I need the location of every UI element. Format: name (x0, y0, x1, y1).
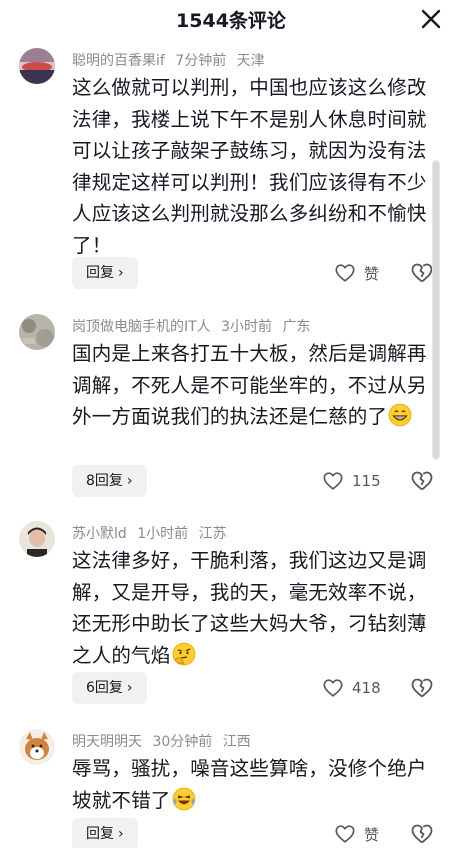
timestamp: 1小时前 (137, 526, 189, 542)
reply-button[interactable]: 回复 › (72, 818, 138, 848)
reply-label: 6回复 (86, 680, 123, 696)
chevron-right-icon: › (126, 473, 133, 489)
reply-label: 8回复 (86, 473, 123, 489)
broken-heart-icon[interactable] (410, 469, 434, 493)
chevron-right-icon: › (118, 826, 124, 842)
reply-button[interactable]: 6回复 › (72, 672, 147, 704)
avatar[interactable] (19, 729, 55, 765)
comment-meta: 明天明明天 30分钟前 江西 (72, 731, 257, 751)
timestamp: 7分钟前 (175, 53, 227, 69)
heart-icon (335, 264, 355, 282)
timestamp: 3小时前 (221, 319, 273, 335)
reply-button[interactable]: 回复 › (72, 257, 138, 289)
like-count: 115 (352, 472, 381, 490)
reply-label: 回复 (86, 265, 114, 281)
comment-text: 这么做就可以判刑，中国也应该这么修改法律，我楼上说下午不是别人休息时间就可以让孩… (72, 72, 434, 261)
reply-button[interactable]: 8回复 › (72, 465, 147, 497)
comment-text-content: 辱骂，骚扰，噪音这些算啥，没修个绝户坡就不错了 (72, 757, 427, 812)
avatar[interactable] (19, 48, 55, 84)
username[interactable]: 明天明明天 (72, 734, 142, 750)
timestamp: 30分钟前 (152, 734, 213, 750)
comment-count-title: 1544条评论 (176, 10, 286, 32)
comment-text-content: 这法律多好，干脆利落，我们这边又是调解，又是开导，我的天，毫无效率不说，还无形中… (72, 549, 427, 667)
comment-text-content: 国内是上来各打五十大板，然后是调解再调解，不死人是不可能坐牢的，不过从另外一方面… (72, 342, 427, 428)
comment-text-content: 这么做就可以判刑，中国也应该这么修改法律，我楼上说下午不是别人休息时间就可以让孩… (72, 76, 427, 257)
laugh-cry-emoji-icon (172, 787, 195, 810)
broken-heart-icon[interactable] (410, 822, 434, 846)
thinking-emoji-icon (172, 642, 195, 665)
location: 天津 (236, 53, 265, 69)
comment-text: 国内是上来各打五十大板，然后是调解再调解，不死人是不可能坐牢的，不过从另外一方面… (72, 338, 434, 433)
like-button[interactable]: 115 (322, 465, 381, 497)
heart-icon (323, 679, 343, 697)
close-icon[interactable] (418, 6, 444, 32)
location: 江苏 (198, 526, 227, 542)
avatar[interactable] (19, 314, 55, 350)
like-button[interactable]: 赞 (334, 818, 379, 848)
location: 江西 (222, 734, 251, 750)
like-button[interactable]: 赞 (334, 257, 379, 289)
like-count: 赞 (364, 264, 380, 283)
heart-icon (335, 825, 355, 843)
username[interactable]: 岗顶做电脑手机的IT人 (72, 319, 211, 335)
username[interactable]: 聪明的百香果if (72, 53, 165, 69)
comment-meta: 苏小默ld 1小时前 江苏 (72, 523, 233, 543)
scrollbar-thumb[interactable] (433, 162, 439, 458)
comments-header: 1544条评论 (0, 0, 462, 38)
comment-meta: 聪明的百香果if 7分钟前 天津 (72, 50, 271, 70)
avatar[interactable] (19, 521, 55, 557)
comment-text: 辱骂，骚扰，噪音这些算啥，没修个绝户坡就不错了 (72, 753, 434, 816)
reply-label: 回复 (86, 826, 114, 842)
heart-icon (323, 472, 343, 490)
chevron-right-icon: › (126, 680, 133, 696)
chevron-right-icon: › (118, 265, 124, 281)
like-button[interactable]: 418 (322, 672, 381, 704)
like-count: 赞 (364, 825, 380, 844)
broken-heart-icon[interactable] (410, 261, 434, 285)
grin-emoji-icon (388, 403, 412, 427)
like-count: 418 (352, 679, 381, 697)
username[interactable]: 苏小默ld (72, 526, 127, 542)
comment-meta: 岗顶做电脑手机的IT人 3小时前 广东 (72, 316, 317, 336)
broken-heart-icon[interactable] (410, 676, 434, 700)
location: 广东 (282, 319, 311, 335)
scrollbar[interactable] (432, 160, 440, 460)
comment-text: 这法律多好，干脆利落，我们这边又是调解，又是开导，我的天，毫无效率不说，还无形中… (72, 545, 434, 671)
